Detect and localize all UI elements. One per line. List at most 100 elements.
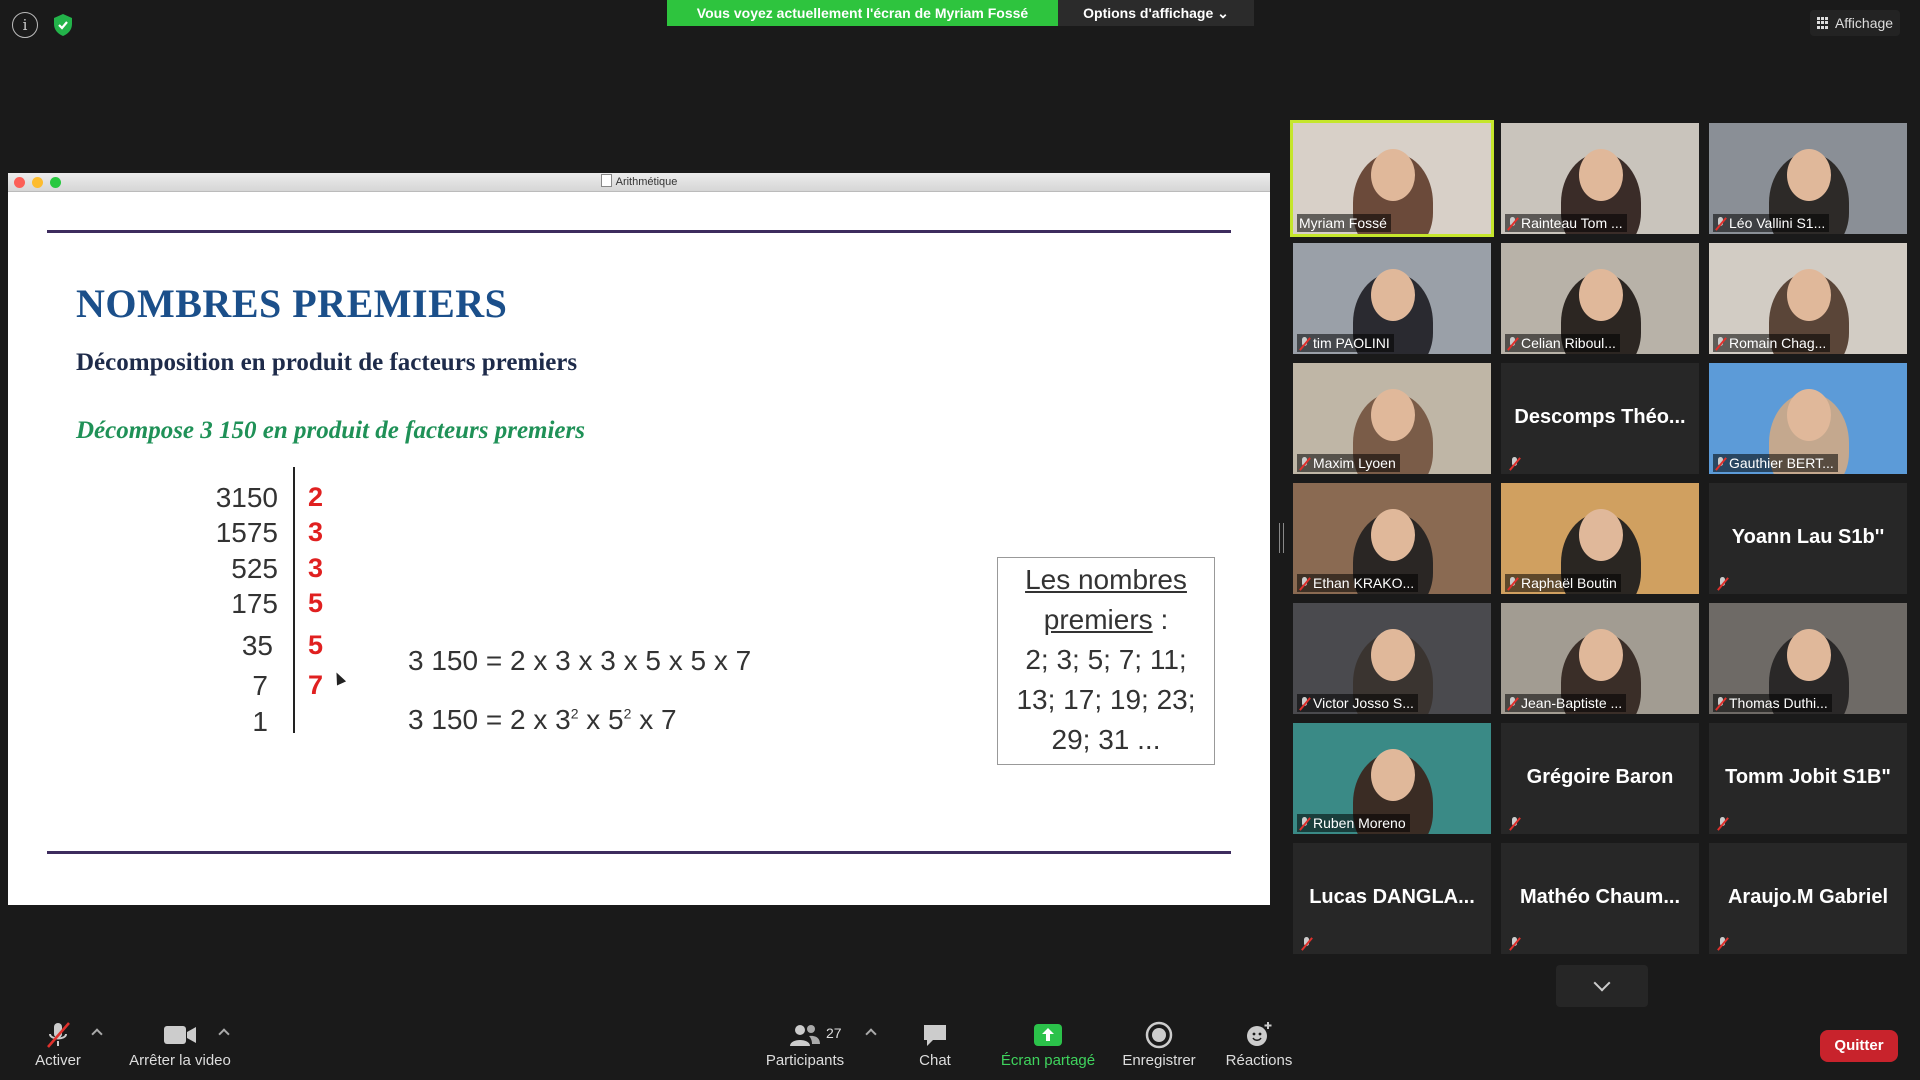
unmute-label: Activer <box>35 1052 81 1069</box>
prime-numbers-box: Les nombres premiers : 2; 3; 5; 7; 11; 1… <box>997 557 1215 765</box>
participant-name-text: Léo Vallini S1... <box>1729 215 1826 231</box>
participant-name-text: Raphaël Boutin <box>1521 575 1617 591</box>
participant-name-text: tim PAOLINI <box>1313 335 1390 351</box>
info-icon[interactable]: i <box>12 12 38 38</box>
participant-tile[interactable]: Raphaël Boutin <box>1501 483 1699 594</box>
window-titlebar: Arithmétique <box>8 173 1270 192</box>
audio-options-caret[interactable] <box>91 1028 103 1040</box>
participant-name-text: Rainteau Tom ... <box>1521 215 1623 231</box>
participant-tile[interactable]: Léo Vallini S1... <box>1709 123 1907 234</box>
participant-name: Ethan KRAKO... <box>1297 574 1419 592</box>
muted-mic-icon <box>1717 817 1728 830</box>
reactions-button[interactable]: Réactions <box>1222 1018 1296 1069</box>
dividend: 175 <box>231 588 278 619</box>
next-page-button[interactable] <box>1556 965 1648 1007</box>
muted-mic-icon <box>1715 216 1726 230</box>
muted-mic-icon <box>1507 336 1518 350</box>
stop-video-button[interactable]: Arrêter la video <box>120 1018 240 1069</box>
participants-options-caret[interactable] <box>865 1028 877 1040</box>
prime-factor: 3 <box>308 517 324 547</box>
screen-share-banner: Vous voyez actuellement l'écran de Myria… <box>667 0 1058 26</box>
participant-face <box>1371 749 1415 801</box>
window-title: Arithmétique <box>615 176 678 188</box>
view-options-button[interactable]: Options d'affichage ⌄ <box>1058 0 1254 26</box>
chevron-down-icon <box>1593 974 1611 992</box>
participant-tile[interactable]: Tomm Jobit S1B" <box>1709 723 1907 834</box>
participant-name-text: Gauthier BERT... <box>1729 455 1834 471</box>
participant-tile[interactable]: Myriam Fossé <box>1290 120 1494 237</box>
muted-mic-icon <box>1509 937 1520 950</box>
slide-bottom-rule <box>47 851 1231 854</box>
participant-tile[interactable]: Ethan KRAKO... <box>1293 483 1491 594</box>
stop-video-label: Arrêter la video <box>129 1052 231 1069</box>
prime-factor: 7 <box>308 670 324 700</box>
participant-tile[interactable]: Grégoire Baron <box>1501 723 1699 834</box>
participant-face <box>1787 389 1831 441</box>
muted-mic-icon <box>1299 696 1310 710</box>
participant-face <box>1579 269 1623 321</box>
equation-powers: 3 150 = 2 x 32 x 52 x 7 <box>408 704 677 736</box>
prime-factor: 3 <box>308 553 324 583</box>
participant-name: Jean-Baptiste ... <box>1505 694 1627 712</box>
participant-tile[interactable]: tim PAOLINI <box>1293 243 1491 354</box>
participant-tile[interactable]: Gauthier BERT... <box>1709 363 1907 474</box>
box-line: premiers : <box>998 600 1214 640</box>
participant-face <box>1579 509 1623 561</box>
muted-mic-icon <box>1299 576 1310 590</box>
participant-name-text: Ruben Moreno <box>1313 815 1406 831</box>
muted-mic-icon <box>1509 457 1520 470</box>
participant-tile[interactable]: Jean-Baptiste ... <box>1501 603 1699 714</box>
unmute-button[interactable]: Activer <box>28 1018 88 1069</box>
record-icon <box>1117 1018 1201 1052</box>
participant-tile[interactable]: Yoann Lau S1b'' <box>1709 483 1907 594</box>
layout-view-button[interactable]: Affichage <box>1810 10 1900 36</box>
grid-icon <box>1816 17 1829 29</box>
participant-face <box>1787 629 1831 681</box>
panel-resize-handle[interactable] <box>1279 523 1284 553</box>
participant-face <box>1787 269 1831 321</box>
share-screen-button[interactable]: Écran partagé <box>994 1018 1102 1069</box>
participant-face <box>1371 269 1415 321</box>
presentation-slide: NOMBRES PREMIERS Décomposition en produi… <box>8 192 1270 905</box>
shared-screen-window: Arithmétique NOMBRES PREMIERS Décomposit… <box>8 173 1270 905</box>
prime-factor: 5 <box>308 588 324 618</box>
encryption-shield-icon[interactable] <box>50 12 76 38</box>
participant-tile[interactable]: Descomps Théo... <box>1501 363 1699 474</box>
quit-meeting-button[interactable]: Quitter <box>1820 1030 1898 1062</box>
participant-name: Grégoire Baron <box>1526 766 1674 788</box>
participant-tile[interactable]: Maxim Lyoen <box>1293 363 1491 474</box>
dividend: 3150 <box>215 482 278 513</box>
participant-name: Léo Vallini S1... <box>1713 214 1830 232</box>
participant-tile[interactable]: Victor Josso S... <box>1293 603 1491 714</box>
box-line: 29; 31 ... <box>1051 724 1161 755</box>
participant-name: Araujo.M Gabriel <box>1727 886 1889 908</box>
muted-mic-icon <box>1507 696 1518 710</box>
participant-name: Raphaël Boutin <box>1505 574 1621 592</box>
participant-tile[interactable]: Romain Chag... <box>1709 243 1907 354</box>
participant-name: Thomas Duthi... <box>1713 694 1832 712</box>
dividend: 525 <box>231 553 278 584</box>
participant-tile[interactable]: Celian Riboul... <box>1501 243 1699 354</box>
participant-name-text: Myriam Fossé <box>1299 215 1387 231</box>
muted-mic-icon <box>1299 456 1310 470</box>
participant-tile[interactable]: Lucas DANGLA... <box>1293 843 1491 954</box>
muted-mic-icon <box>1717 577 1728 590</box>
prime-factor: 5 <box>308 630 324 660</box>
participant-tile[interactable]: Rainteau Tom ... <box>1501 123 1699 234</box>
participant-name-text: Victor Josso S... <box>1313 695 1414 711</box>
dividend: 7 <box>252 670 268 701</box>
eq-part: x 5 <box>578 704 624 735</box>
close-dot-icon <box>14 177 25 188</box>
box-heading: premiers <box>1043 604 1153 635</box>
participant-name: Celian Riboul... <box>1505 334 1620 352</box>
muted-mic-icon <box>1715 336 1726 350</box>
participant-tile[interactable]: Ruben Moreno <box>1293 723 1491 834</box>
prime-factor: 2 <box>308 482 324 512</box>
chat-button[interactable]: Chat <box>905 1018 965 1069</box>
division-bar <box>293 467 295 733</box>
participant-name: Victor Josso S... <box>1297 694 1418 712</box>
record-button[interactable]: Enregistrer <box>1117 1018 1201 1069</box>
participant-tile[interactable]: Mathéo Chaum... <box>1501 843 1699 954</box>
participant-tile[interactable]: Thomas Duthi... <box>1709 603 1907 714</box>
participant-tile[interactable]: Araujo.M Gabriel <box>1709 843 1907 954</box>
